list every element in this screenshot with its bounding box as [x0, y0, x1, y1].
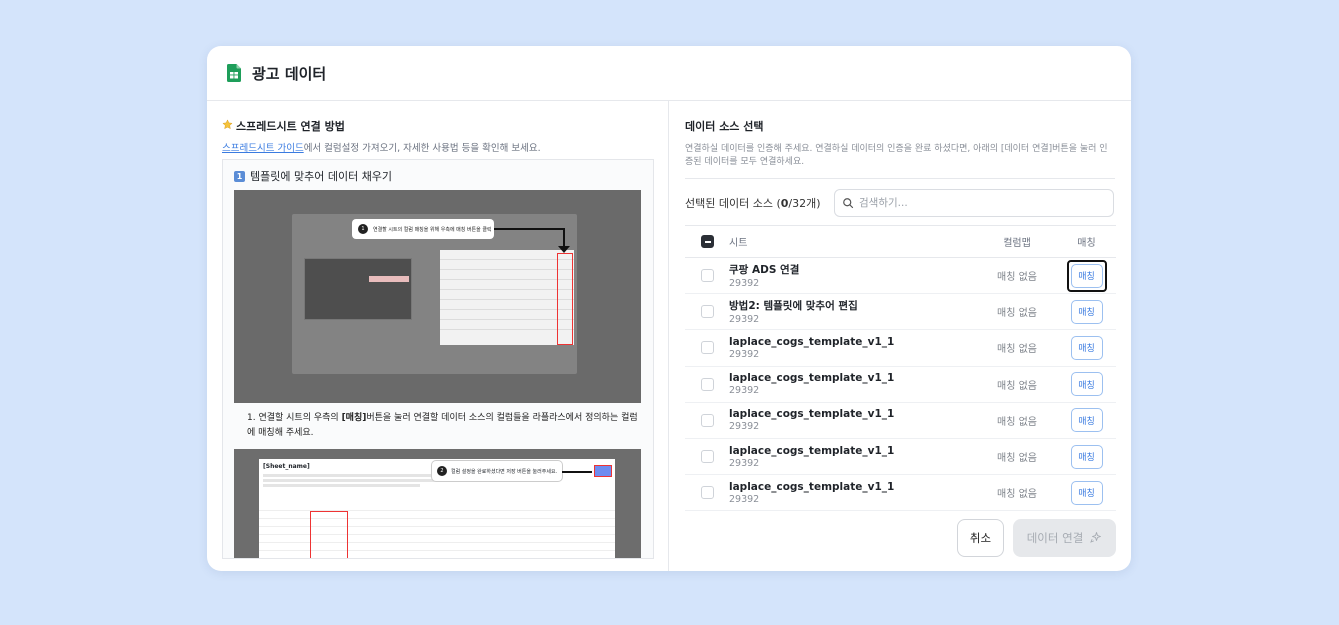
sheet-id: 29392 — [729, 278, 760, 290]
match-button[interactable]: 매칭 — [1070, 372, 1103, 397]
sheet-name: laplace_cogs_template_v1_1 — [729, 408, 895, 421]
row-checkbox[interactable] — [700, 377, 714, 391]
guide-screenshot-1: 1 연결할 시트의 컬럼 매칭을 위해 우측에 매칭 버튼을 클릭 — [234, 190, 641, 403]
column-header-column-map: 컬럼맵 — [1003, 238, 1031, 249]
modal: 광고 데이터 스프레드시트 연결 방법 스프레드시트 가이드에서 컬럼설정 가져… — [207, 46, 1131, 571]
table-row[interactable]: 방법2: 템플릿에 맞추어 편집 29392 매칭 없음 매칭 — [685, 294, 1116, 331]
row-checkbox[interactable] — [700, 450, 714, 464]
selected-count: 선택된 데이터 소스 (0/32개) — [685, 197, 821, 210]
row-checkbox[interactable] — [700, 341, 714, 355]
modal-title: 광고 데이터 — [252, 64, 327, 83]
sheet-name: laplace_cogs_template_v1_1 — [729, 480, 895, 493]
datasource-table: 시트 컬럼맵 매칭 쿠팡 ADS 연결 29392 매칭 없음 매칭 방법2: 템… — [685, 225, 1116, 512]
guide-panel: 스프레드시트 연결 방법 스프레드시트 가이드에서 컬럼설정 가져오기, 자세한… — [207, 101, 669, 571]
sheet-name: laplace_cogs_template_v1_1 — [729, 444, 895, 457]
screenshot-tooltip: 1 연결할 시트의 컬럼 매칭을 위해 우측에 매칭 버튼을 클릭 — [352, 219, 494, 239]
guide-content[interactable]: 1 템플릿에 맞추어 데이터 채우기 1 연결할 시트의 컬럼 매칭을 위해 우… — [222, 159, 654, 559]
match-button[interactable]: 매칭 — [1070, 480, 1103, 505]
connect-data-button[interactable]: 데이터 연결 — [1013, 519, 1116, 557]
sheet-id: 29392 — [729, 457, 760, 469]
column-map-status: 매칭 없음 — [997, 489, 1037, 501]
sheet-id: 29392 — [729, 348, 760, 360]
table-row[interactable]: 쿠팡 ADS 연결 29392 매칭 없음 매칭 — [685, 258, 1116, 295]
step-title: 1 템플릿에 맞추어 데이터 채우기 — [234, 168, 642, 184]
google-sheets-icon — [227, 64, 241, 82]
spreadsheet-guide-link[interactable]: 스프레드시트 가이드 — [222, 143, 304, 154]
step-instruction: 1. 연결할 시트의 우측의 [매칭]버튼을 눌러 연결할 데이터 소스의 컬럼… — [247, 413, 638, 438]
divider — [685, 178, 1115, 179]
match-button[interactable]: 매칭 — [1070, 335, 1103, 360]
guide-title: 스프레드시트 연결 방법 — [222, 118, 653, 134]
search-input[interactable] — [859, 197, 1099, 209]
guide-screenshot-2: [Sheet_name] 2 컬럼 설정을 완료하셨다면 저장 버튼을 눌러주세… — [234, 449, 641, 558]
cancel-button[interactable]: 취소 — [957, 519, 1004, 557]
match-button[interactable]: 매칭 — [1070, 408, 1103, 433]
table-row[interactable]: laplace_cogs_template_v1_1 29392 매칭 없음 매칭 — [685, 439, 1116, 476]
match-button[interactable]: 매칭 — [1070, 263, 1103, 288]
step-title-text: 템플릿에 맞추어 데이터 채우기 — [250, 170, 393, 183]
datasource-panel: 데이터 소스 선택 연결하실 데이터를 인증해 주세요. 연결하실 데이터의 인… — [669, 101, 1131, 571]
column-map-status: 매칭 없음 — [997, 344, 1037, 356]
row-checkbox[interactable] — [700, 413, 714, 427]
focus-ring: 매칭 — [1066, 259, 1107, 292]
guide-title-text: 스프레드시트 연결 방법 — [236, 120, 345, 133]
column-map-status: 매칭 없음 — [997, 308, 1037, 320]
column-header-sheet: 시트 — [729, 238, 748, 249]
sheet-name: 방법2: 템플릿에 맞추어 편집 — [729, 300, 858, 313]
column-map-status: 매칭 없음 — [997, 272, 1037, 284]
column-map-status: 매칭 없음 — [997, 416, 1037, 428]
modal-header: 광고 데이터 — [207, 46, 1131, 101]
connect-data-label: 데이터 연결 — [1026, 531, 1084, 545]
select-all-checkbox[interactable] — [700, 235, 714, 248]
match-button[interactable]: 매칭 — [1070, 444, 1103, 469]
table-row[interactable]: laplace_cogs_template_v1_1 29392 매칭 없음 매칭 — [685, 475, 1116, 512]
sheet-id: 29392 — [729, 493, 760, 505]
column-header-match: 매칭 — [1077, 238, 1096, 249]
modal-footer: 취소 데이터 연결 — [957, 519, 1116, 557]
sheet-id: 29392 — [729, 385, 760, 397]
sparkle-icon — [1090, 531, 1102, 546]
column-map-status: 매칭 없음 — [997, 453, 1037, 465]
sheet-name: laplace_cogs_template_v1_1 — [729, 372, 895, 385]
row-checkbox[interactable] — [700, 269, 714, 283]
row-checkbox[interactable] — [700, 305, 714, 319]
row-checkbox[interactable] — [700, 486, 714, 500]
screenshot-tooltip-2: 2 컬럼 설정을 완료하셨다면 저장 버튼을 눌러주세요. — [432, 461, 562, 481]
table-row[interactable]: laplace_cogs_template_v1_1 29392 매칭 없음 매칭 — [685, 367, 1116, 403]
search-icon — [842, 194, 854, 213]
guide-subtitle: 스프레드시트 가이드에서 컬럼설정 가져오기, 자세한 사용법 등을 확인해 보… — [222, 140, 653, 154]
table-row[interactable]: laplace_cogs_template_v1_1 29392 매칭 없음 매칭 — [685, 403, 1116, 439]
table-row[interactable]: laplace_cogs_template_v1_1 29392 매칭 없음 매칭 — [685, 330, 1116, 367]
datasource-description: 연결하실 데이터를 인증해 주세요. 연결하실 데이터의 인증을 완료 하셨다면… — [685, 144, 1108, 167]
table-header: 시트 컬럼맵 매칭 — [685, 226, 1116, 258]
sheet-id: 29392 — [729, 314, 760, 326]
match-button[interactable]: 매칭 — [1070, 299, 1103, 324]
datasource-title: 데이터 소스 선택 — [685, 120, 764, 133]
star-icon — [222, 119, 233, 133]
step-number-badge: 1 — [234, 170, 245, 182]
sheet-name: laplace_cogs_template_v1_1 — [729, 335, 895, 348]
sheet-name: 쿠팡 ADS 연결 — [729, 264, 800, 277]
search-box[interactable] — [834, 189, 1114, 217]
guide-subtitle-text: 에서 컬럼설정 가져오기, 자세한 사용법 등을 확인해 보세요. — [303, 143, 541, 154]
column-map-status: 매칭 없음 — [997, 380, 1037, 392]
sheet-id: 29392 — [729, 421, 760, 433]
